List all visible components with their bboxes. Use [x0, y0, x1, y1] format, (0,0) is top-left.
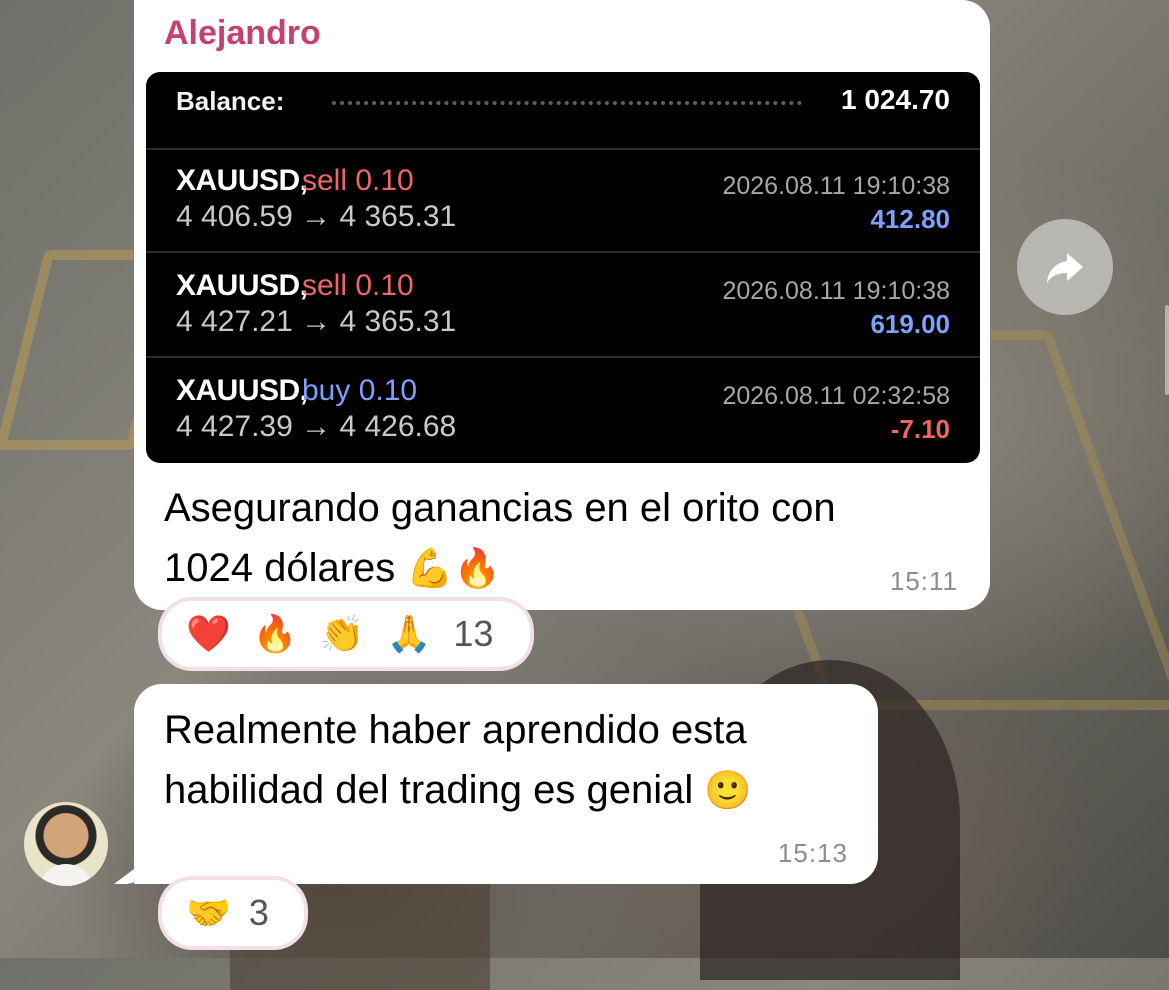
reactions-bar[interactable]: 🤝 3 [162, 880, 304, 946]
trade-time: 2026.08.11 19:10:38 [722, 172, 950, 200]
message-bubble-2[interactable]: Realmente haber aprendido esta habilidad… [134, 684, 878, 884]
trade-time: 2026.08.11 19:10:38 [722, 277, 950, 305]
trade-action: sell 0.10 [302, 164, 414, 197]
share-arrow-icon [1047, 253, 1083, 283]
trade-symbol: XAUUSD, [176, 269, 308, 302]
trade-action: buy 0.10 [302, 374, 418, 407]
trade-prices: 4 427.21 → 4 365.31 [176, 305, 457, 338]
reaction-count: 13 [453, 613, 494, 654]
smile-emoji: 🙂 [704, 768, 752, 812]
heart-reaction-icon[interactable]: ❤️ [186, 613, 231, 655]
balance-dots [332, 101, 802, 105]
share-forward-icon[interactable] [1017, 219, 1113, 315]
avatar-shirt [38, 864, 94, 886]
trade-screenshot[interactable]: Balance: 1 024.70 XAUUSD, sell 0.10 4 40… [146, 72, 980, 463]
message-text-line: habilidad del trading es genial 🙂 [164, 760, 752, 820]
handshake-reaction-icon[interactable]: 🤝 [186, 892, 231, 934]
fire-reaction-icon[interactable]: 🔥 [253, 613, 298, 655]
muscle-fire-emoji: 💪🔥 [406, 546, 502, 590]
trade-symbol: XAUUSD, [176, 374, 308, 407]
balance-label: Balance: [176, 86, 285, 116]
message-text: Realmente haber aprendido esta habilidad… [164, 700, 752, 820]
clap-reaction-icon[interactable]: 👏 [320, 613, 365, 655]
trade-profit: -7.10 [890, 414, 950, 444]
sender-name[interactable]: Alejandro [164, 14, 321, 53]
message-time: 15:13 [777, 838, 848, 868]
message-text-line: Asegurando ganancias en el orito con [164, 486, 836, 530]
trade-symbol: XAUUSD, [176, 164, 308, 197]
message-text-fragment: habilidad del trading es genial [164, 768, 694, 812]
trade-row: XAUUSD, sell 0.10 4 406.59 → 4 365.31 20… [146, 148, 980, 253]
trade-row: XAUUSD, sell 0.10 4 427.21 → 4 365.31 20… [146, 253, 980, 358]
trade-action: sell 0.10 [302, 269, 414, 302]
trade-time: 2026.08.11 02:32:58 [722, 382, 950, 410]
balance-value: 1 024.70 [841, 84, 950, 115]
scrollbar[interactable] [1165, 305, 1169, 395]
trade-profit: 412.80 [870, 204, 950, 234]
trade-prices: 4 427.39 → 4 426.68 [176, 410, 457, 443]
trade-row: XAUUSD, buy 0.10 4 427.39 → 4 426.68 202… [146, 358, 980, 461]
pray-reaction-icon[interactable]: 🙏 [386, 613, 431, 655]
balance-row: Balance: 1 024.70 [146, 72, 980, 150]
trade-profit: 619.00 [870, 309, 950, 339]
trade-prices: 4 406.59 → 4 365.31 [176, 200, 457, 233]
reaction-count: 3 [248, 892, 269, 933]
reactions-bar[interactable]: ❤️ 🔥 👏 🙏 13 [162, 601, 530, 667]
message-text-fragment: 1024 dólares [164, 546, 396, 590]
message-time: 15:11 [889, 566, 958, 596]
message-bubble-1[interactable]: Alejandro Balance: 1 024.70 XAUUSD, sell… [134, 0, 990, 610]
message-text-line: 1024 dólares 💪🔥 [164, 538, 836, 598]
message-text-line: Realmente haber aprendido esta [164, 708, 747, 752]
avatar[interactable] [24, 802, 108, 886]
message-text: Asegurando ganancias en el orito con 102… [164, 478, 836, 598]
